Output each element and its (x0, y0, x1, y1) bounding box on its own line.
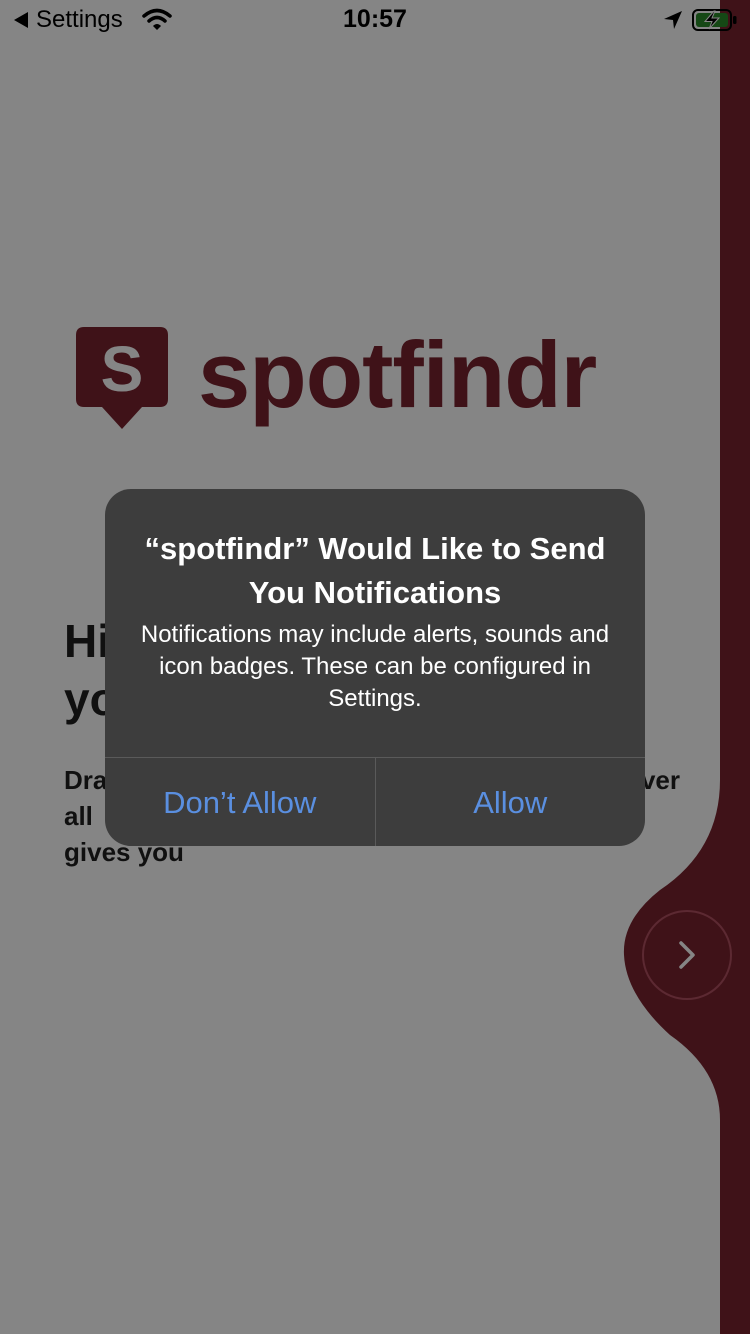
dont-allow-button[interactable]: Don’t Allow (105, 758, 375, 846)
alert-actions: Don’t Allow Allow (105, 757, 645, 846)
allow-button[interactable]: Allow (374, 758, 646, 846)
alert-title: “spotfindr” Would Like to Send You Notif… (144, 531, 606, 610)
alert-message: Notifications may include alerts, sounds… (140, 621, 610, 712)
notification-permission-alert: “spotfindr” Would Like to Send You Notif… (105, 489, 645, 846)
app-screen: Settings 10:57 S spotfindr Hi yo Dra ver… (0, 0, 750, 1334)
